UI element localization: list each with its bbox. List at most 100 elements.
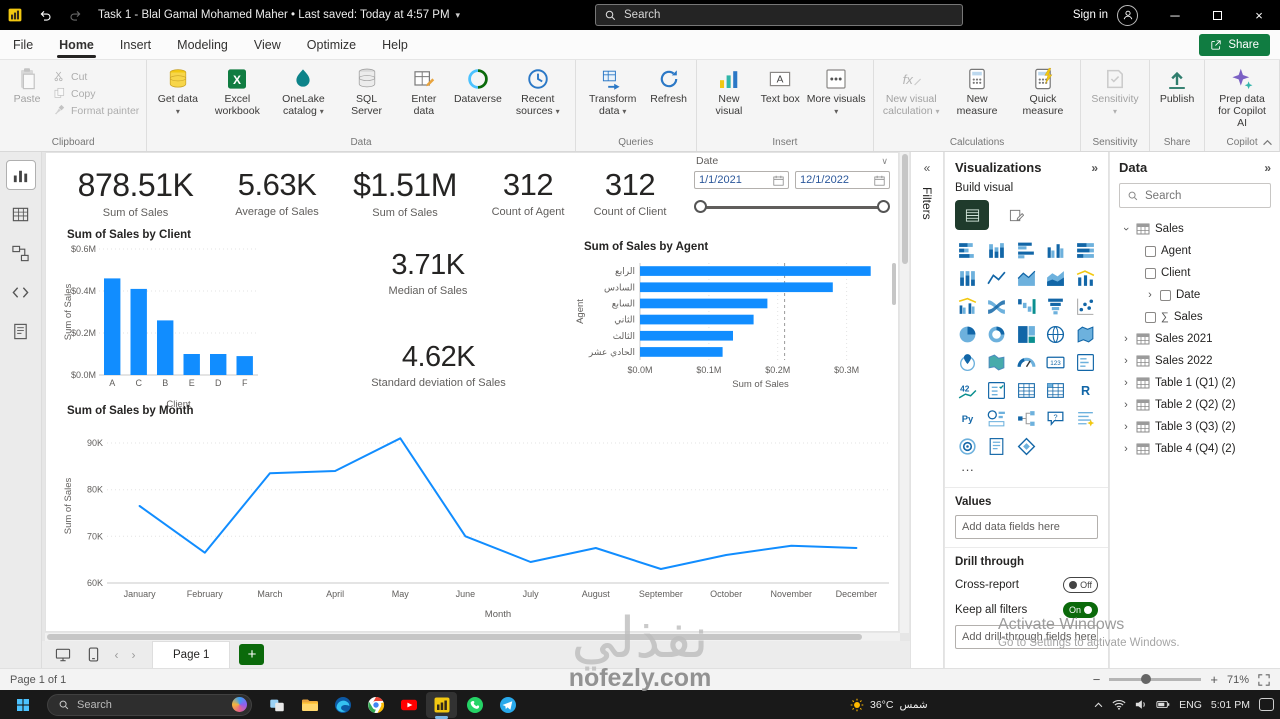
- field-checkbox[interactable]: [1145, 267, 1156, 279]
- cross-report-toggle[interactable]: Off: [1063, 577, 1098, 593]
- expand-chevron-icon[interactable]: ›: [1121, 399, 1131, 411]
- data-search-input[interactable]: [1145, 189, 1263, 202]
- field-checkbox[interactable]: [1145, 311, 1156, 323]
- ribbon-sql-server-button[interactable]: SQL Server: [336, 64, 396, 120]
- kpi-icon[interactable]: 42: [955, 378, 980, 403]
- power-apps-icon[interactable]: [1014, 434, 1039, 459]
- paginated-report-icon[interactable]: [984, 434, 1009, 459]
- powerbi-app-icon[interactable]: [0, 0, 30, 30]
- waterfall-chart-icon[interactable]: [1014, 294, 1039, 319]
- ribbon-new-visual-button[interactable]: New visual: [701, 64, 758, 120]
- data-search[interactable]: [1119, 183, 1271, 208]
- file-explorer-taskbar-icon[interactable]: [294, 692, 325, 718]
- zoom-out-button[interactable]: −: [1093, 672, 1101, 687]
- title-dropdown-caret[interactable]: ▾: [456, 10, 461, 21]
- menu-tab-file[interactable]: File: [0, 30, 46, 60]
- funnel-chart-icon[interactable]: [1043, 294, 1068, 319]
- menu-tab-view[interactable]: View: [241, 30, 294, 60]
- report-view-button[interactable]: [5, 160, 36, 190]
- taskbar-search-input[interactable]: [77, 698, 225, 711]
- ribbon-recent-sources-button[interactable]: Recent sources ▾: [505, 64, 571, 120]
- undo-button[interactable]: [30, 0, 60, 30]
- azure-map-icon[interactable]: [955, 350, 980, 375]
- line-and-clustered-column-chart-icon[interactable]: [955, 294, 980, 319]
- sign-in-button[interactable]: Sign in: [1073, 9, 1108, 21]
- titlebar-search-input[interactable]: [624, 9, 954, 21]
- table-sales[interactable]: › Sales: [1119, 218, 1271, 240]
- collapse-ribbon-icon[interactable]: [1262, 139, 1273, 146]
- menu-tab-help[interactable]: Help: [369, 30, 421, 60]
- keep-all-filters-toggle[interactable]: On: [1062, 602, 1098, 618]
- area-chart-icon[interactable]: [1014, 266, 1039, 291]
- expand-chevron-icon[interactable]: ›: [1121, 333, 1131, 345]
- mobile-layout-icon[interactable]: [80, 645, 106, 665]
- ribbon-publish-button[interactable]: Publish: [1154, 64, 1200, 108]
- desktop-layout-icon[interactable]: [50, 645, 76, 665]
- more-visual-options-button[interactable]: ···: [955, 459, 1098, 479]
- dax-query-view-button[interactable]: [6, 277, 36, 307]
- expand-filters-icon[interactable]: «: [924, 161, 931, 175]
- kpi-card-count-of-client-4[interactable]: 312 Count of Client: [576, 167, 684, 218]
- expand-chevron-icon[interactable]: ›: [1145, 289, 1155, 301]
- python-visual-icon[interactable]: Py: [955, 406, 980, 431]
- stacked-bar-100-chart-icon[interactable]: [1073, 238, 1098, 263]
- build-visual-tab[interactable]: [955, 200, 989, 230]
- sales-by-client-chart[interactable]: Sum of Sales by Client $0.0M $0.2M $0.4M $0…: [61, 229, 271, 410]
- ribbon-transform-data-button[interactable]: Transform data ▾: [580, 64, 646, 120]
- tmdl-view-button[interactable]: [6, 316, 36, 346]
- field-sales[interactable]: ∑ Sales: [1119, 306, 1271, 328]
- ribbon-get-data-button[interactable]: Get data ▾: [151, 64, 204, 120]
- ribbon-chart-icon[interactable]: [984, 294, 1009, 319]
- table-table-2-q2-2[interactable]: › Table 2 (Q2) (2): [1119, 394, 1271, 416]
- chrome-taskbar-icon[interactable]: [360, 692, 391, 718]
- collapse-data-pane-icon[interactable]: »: [1264, 161, 1271, 175]
- telegram-taskbar-icon[interactable]: [492, 692, 523, 718]
- table-table-3-q3-2[interactable]: › Table 3 (Q3) (2): [1119, 416, 1271, 438]
- table-icon[interactable]: [1014, 378, 1039, 403]
- ribbon-text-box-button[interactable]: A Text box: [757, 64, 803, 108]
- minimize-button[interactable]: ─: [1154, 0, 1196, 30]
- slicer-end-date-input[interactable]: [800, 174, 870, 186]
- table-table-4-q4-2[interactable]: › Table 4 (Q4) (2): [1119, 438, 1271, 460]
- expand-chevron-icon[interactable]: ›: [1121, 355, 1131, 367]
- field-agent[interactable]: Agent: [1119, 240, 1271, 262]
- canvas-horizontal-scrollbar[interactable]: [45, 633, 900, 641]
- table-view-button[interactable]: [6, 199, 36, 229]
- menu-tab-insert[interactable]: Insert: [107, 30, 164, 60]
- sales-by-agent-chart[interactable]: Sum of Sales by Agent $0.0M $0.1M $0.2M $0.…: [574, 241, 904, 393]
- menu-tab-home[interactable]: Home: [46, 30, 107, 60]
- field-date[interactable]: › Date: [1119, 284, 1271, 306]
- stacked-bar-chart-icon[interactable]: [955, 238, 980, 263]
- ribbon-refresh-button[interactable]: Refresh: [646, 64, 692, 108]
- maximize-button[interactable]: [1196, 0, 1238, 30]
- clustered-bar-chart-icon[interactable]: [1014, 238, 1039, 263]
- ribbon-new-measure-button[interactable]: New measure: [944, 64, 1010, 120]
- gauge-icon[interactable]: [1014, 350, 1039, 375]
- qa-visual-icon[interactable]: ?: [1043, 406, 1068, 431]
- whatsapp-taskbar-icon[interactable]: [459, 692, 490, 718]
- clock[interactable]: 5:01 PM: [1211, 699, 1250, 711]
- kpi-card-sum-of-sales-0[interactable]: 878.51K Sum of Sales: [58, 167, 213, 219]
- sales-by-month-chart[interactable]: Sum of Sales by Month 60K 70K 80K 90K Januar…: [61, 405, 903, 627]
- scatter-chart-icon[interactable]: [1073, 294, 1098, 319]
- zoom-slider[interactable]: [1109, 674, 1202, 685]
- account-avatar-icon[interactable]: [1117, 4, 1138, 26]
- pie-chart-icon[interactable]: [955, 322, 980, 347]
- calendar-icon[interactable]: [874, 175, 885, 186]
- map-icon[interactable]: [1043, 322, 1068, 347]
- report-canvas[interactable]: 878.51K Sum of Sales 5.63K Average of Sales…: [45, 152, 899, 632]
- slicer-start-date-field[interactable]: [694, 171, 789, 189]
- slicer-end-date-field[interactable]: [795, 171, 890, 189]
- zoom-in-button[interactable]: +: [1210, 672, 1218, 687]
- smart-narrative-icon[interactable]: [1073, 406, 1098, 431]
- kpi-card-median-of-sales-5[interactable]: 3.71K Median of Sales: [344, 249, 512, 297]
- line-chart-icon[interactable]: [984, 266, 1009, 291]
- stacked-column-100-chart-icon[interactable]: [955, 266, 980, 291]
- ribbon-quick-measure-button[interactable]: Quick measure: [1010, 64, 1076, 120]
- ribbon-more-visuals-button[interactable]: More visuals ▾: [803, 64, 869, 120]
- slicer-start-date-input[interactable]: [699, 174, 769, 186]
- zoom-slider-thumb[interactable]: [1141, 674, 1152, 685]
- volume-icon[interactable]: [1135, 699, 1147, 710]
- start-button[interactable]: [7, 692, 38, 718]
- stacked-column-chart-icon[interactable]: [984, 238, 1009, 263]
